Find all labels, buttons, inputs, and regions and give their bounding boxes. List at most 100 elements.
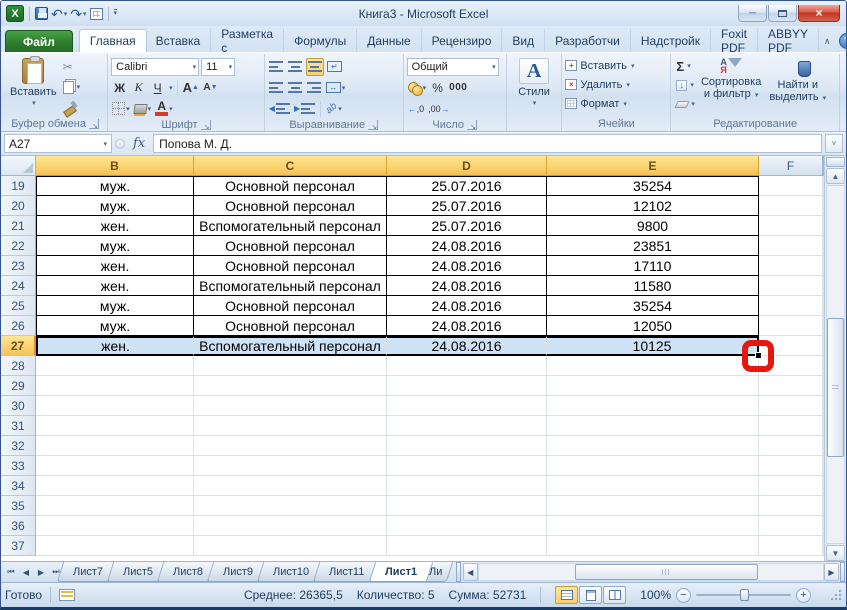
tab-split-handle[interactable] bbox=[456, 562, 461, 582]
cell-F20[interactable] bbox=[759, 196, 823, 216]
cell-C27[interactable]: Вспомогательный персонал bbox=[194, 336, 387, 356]
number-format-combo[interactable]: Общий▾ bbox=[407, 58, 499, 76]
cell-C34[interactable] bbox=[194, 476, 387, 496]
cell-B26[interactable]: муж. bbox=[36, 316, 194, 336]
align-right-button[interactable] bbox=[306, 79, 323, 97]
tab-ABBYY PDF[interactable]: ABBYY PDF bbox=[758, 29, 819, 52]
cell-F29[interactable] bbox=[759, 376, 823, 396]
minimize-button[interactable]: ─ bbox=[738, 5, 767, 22]
expand-formula-bar-button[interactable]: ˅ bbox=[825, 134, 843, 153]
percent-button[interactable]: % bbox=[429, 79, 446, 97]
save-button[interactable] bbox=[35, 7, 48, 20]
cell-F24[interactable] bbox=[759, 276, 823, 296]
cell-filler-33[interactable] bbox=[823, 456, 824, 476]
cell-B19[interactable]: муж. bbox=[36, 176, 194, 196]
font-name-combo[interactable]: Calibri▾ bbox=[111, 58, 199, 76]
cell-B32[interactable] bbox=[36, 436, 194, 456]
cell-F19[interactable] bbox=[759, 176, 823, 196]
fill-color-button[interactable]: ▾ bbox=[133, 100, 153, 118]
cell-F30[interactable] bbox=[759, 396, 823, 416]
scroll-split-handle[interactable] bbox=[840, 562, 845, 582]
dialog-launcher-icon[interactable] bbox=[467, 120, 477, 130]
font-color-button[interactable]: А▾ bbox=[154, 100, 174, 118]
orientation-button[interactable]: ab▾ bbox=[325, 100, 343, 118]
clear-button[interactable]: ▾ bbox=[674, 95, 697, 113]
cell-F26[interactable] bbox=[759, 316, 823, 336]
wrap-text-button[interactable]: ↵ bbox=[326, 58, 343, 76]
cell-F31[interactable] bbox=[759, 416, 823, 436]
cell-filler-35[interactable] bbox=[823, 496, 824, 516]
cell-filler-31[interactable] bbox=[823, 416, 824, 436]
cell-F35[interactable] bbox=[759, 496, 823, 516]
delete-cells-button[interactable]: ×Удалить▾ bbox=[565, 75, 667, 94]
row-header-26[interactable]: 26 bbox=[1, 316, 36, 336]
copy-button[interactable]: ▾ bbox=[61, 78, 83, 96]
cell-E26[interactable]: 12050 bbox=[547, 316, 759, 336]
formula-input[interactable]: Попова М. Д. bbox=[153, 134, 822, 153]
format-cells-button[interactable]: Формат▾ bbox=[565, 94, 667, 113]
cell-B36[interactable] bbox=[36, 516, 194, 536]
italic-button[interactable]: К bbox=[130, 79, 147, 97]
tab-Надстройк[interactable]: Надстройк bbox=[631, 29, 711, 52]
increase-decimal-button[interactable]: ←,0 bbox=[407, 100, 426, 118]
customize-qat-button[interactable]: ▾ bbox=[114, 9, 118, 18]
cut-button[interactable]: ✂ bbox=[61, 58, 83, 76]
minimize-ribbon-button[interactable]: ∧ bbox=[819, 34, 836, 49]
cell-C23[interactable]: Основной персонал bbox=[194, 256, 387, 276]
first-sheet-button[interactable]: ⏮ bbox=[4, 565, 18, 580]
undo-button[interactable]: ↶▾ bbox=[51, 8, 67, 20]
tab-Разработчи[interactable]: Разработчи bbox=[545, 29, 631, 52]
row-header-32[interactable]: 32 bbox=[1, 436, 36, 456]
cell-E27[interactable]: 10125 bbox=[547, 336, 759, 356]
cell-D26[interactable]: 24.08.2016 bbox=[387, 316, 547, 336]
column-header-C[interactable]: C bbox=[194, 156, 387, 176]
cell-F37[interactable] bbox=[759, 536, 823, 556]
tab-Рецензиро[interactable]: Рецензиро bbox=[422, 29, 503, 52]
resize-grip[interactable] bbox=[829, 589, 842, 602]
tab-Foxit PDF[interactable]: Foxit PDF bbox=[711, 29, 758, 52]
cell-B31[interactable] bbox=[36, 416, 194, 436]
name-box[interactable]: A27▾ bbox=[4, 134, 112, 153]
tab-Главная[interactable]: Главная bbox=[79, 29, 147, 52]
tab-Вставка[interactable]: Вставка bbox=[146, 29, 212, 52]
row-header-21[interactable]: 21 bbox=[1, 216, 36, 236]
paste-button[interactable]: Вставить ▾ bbox=[6, 56, 61, 116]
cell-filler-22[interactable] bbox=[823, 236, 824, 256]
cell-filler-37[interactable] bbox=[823, 536, 824, 556]
hscroll-track[interactable] bbox=[478, 563, 824, 581]
cell-E22[interactable]: 23851 bbox=[547, 236, 759, 256]
cell-F22[interactable] bbox=[759, 236, 823, 256]
cell-E35[interactable] bbox=[547, 496, 759, 516]
cell-filler-30[interactable] bbox=[823, 396, 824, 416]
cell-filler-36[interactable] bbox=[823, 516, 824, 536]
autosum-button[interactable]: Σ▾ bbox=[674, 57, 697, 75]
cell-D23[interactable]: 24.08.2016 bbox=[387, 256, 547, 276]
hscroll-right-button[interactable]: ▶ bbox=[824, 563, 839, 581]
shrink-font-button[interactable]: A▼ bbox=[202, 79, 219, 97]
column-header-D[interactable]: D bbox=[387, 156, 547, 176]
cell-E29[interactable] bbox=[547, 376, 759, 396]
cell-D20[interactable]: 25.07.2016 bbox=[387, 196, 547, 216]
cell-E33[interactable] bbox=[547, 456, 759, 476]
cell-filler-26[interactable] bbox=[823, 316, 824, 336]
cell-F34[interactable] bbox=[759, 476, 823, 496]
cell-E28[interactable] bbox=[547, 356, 759, 376]
bold-button[interactable]: Ж bbox=[111, 79, 128, 97]
cell-B34[interactable] bbox=[36, 476, 194, 496]
name-box-splitter[interactable] bbox=[115, 139, 125, 149]
page-layout-view-button[interactable] bbox=[579, 586, 602, 604]
cell-E32[interactable] bbox=[547, 436, 759, 456]
row-header-36[interactable]: 36 bbox=[1, 516, 36, 536]
cell-C25[interactable]: Основной персонал bbox=[194, 296, 387, 316]
decrease-decimal-button[interactable]: ,00→ bbox=[427, 100, 451, 118]
column-header-B[interactable]: B bbox=[36, 156, 194, 176]
cell-C36[interactable] bbox=[194, 516, 387, 536]
row-header-24[interactable]: 24 bbox=[1, 276, 36, 296]
cell-E37[interactable] bbox=[547, 536, 759, 556]
cell-D24[interactable]: 24.08.2016 bbox=[387, 276, 547, 296]
cell-C26[interactable]: Основной персонал bbox=[194, 316, 387, 336]
cell-E19[interactable]: 35254 bbox=[547, 176, 759, 196]
cell-B23[interactable]: жен. bbox=[36, 256, 194, 276]
increase-indent-button[interactable]: ▶ bbox=[293, 100, 316, 118]
record-macro-icon[interactable] bbox=[59, 589, 75, 601]
